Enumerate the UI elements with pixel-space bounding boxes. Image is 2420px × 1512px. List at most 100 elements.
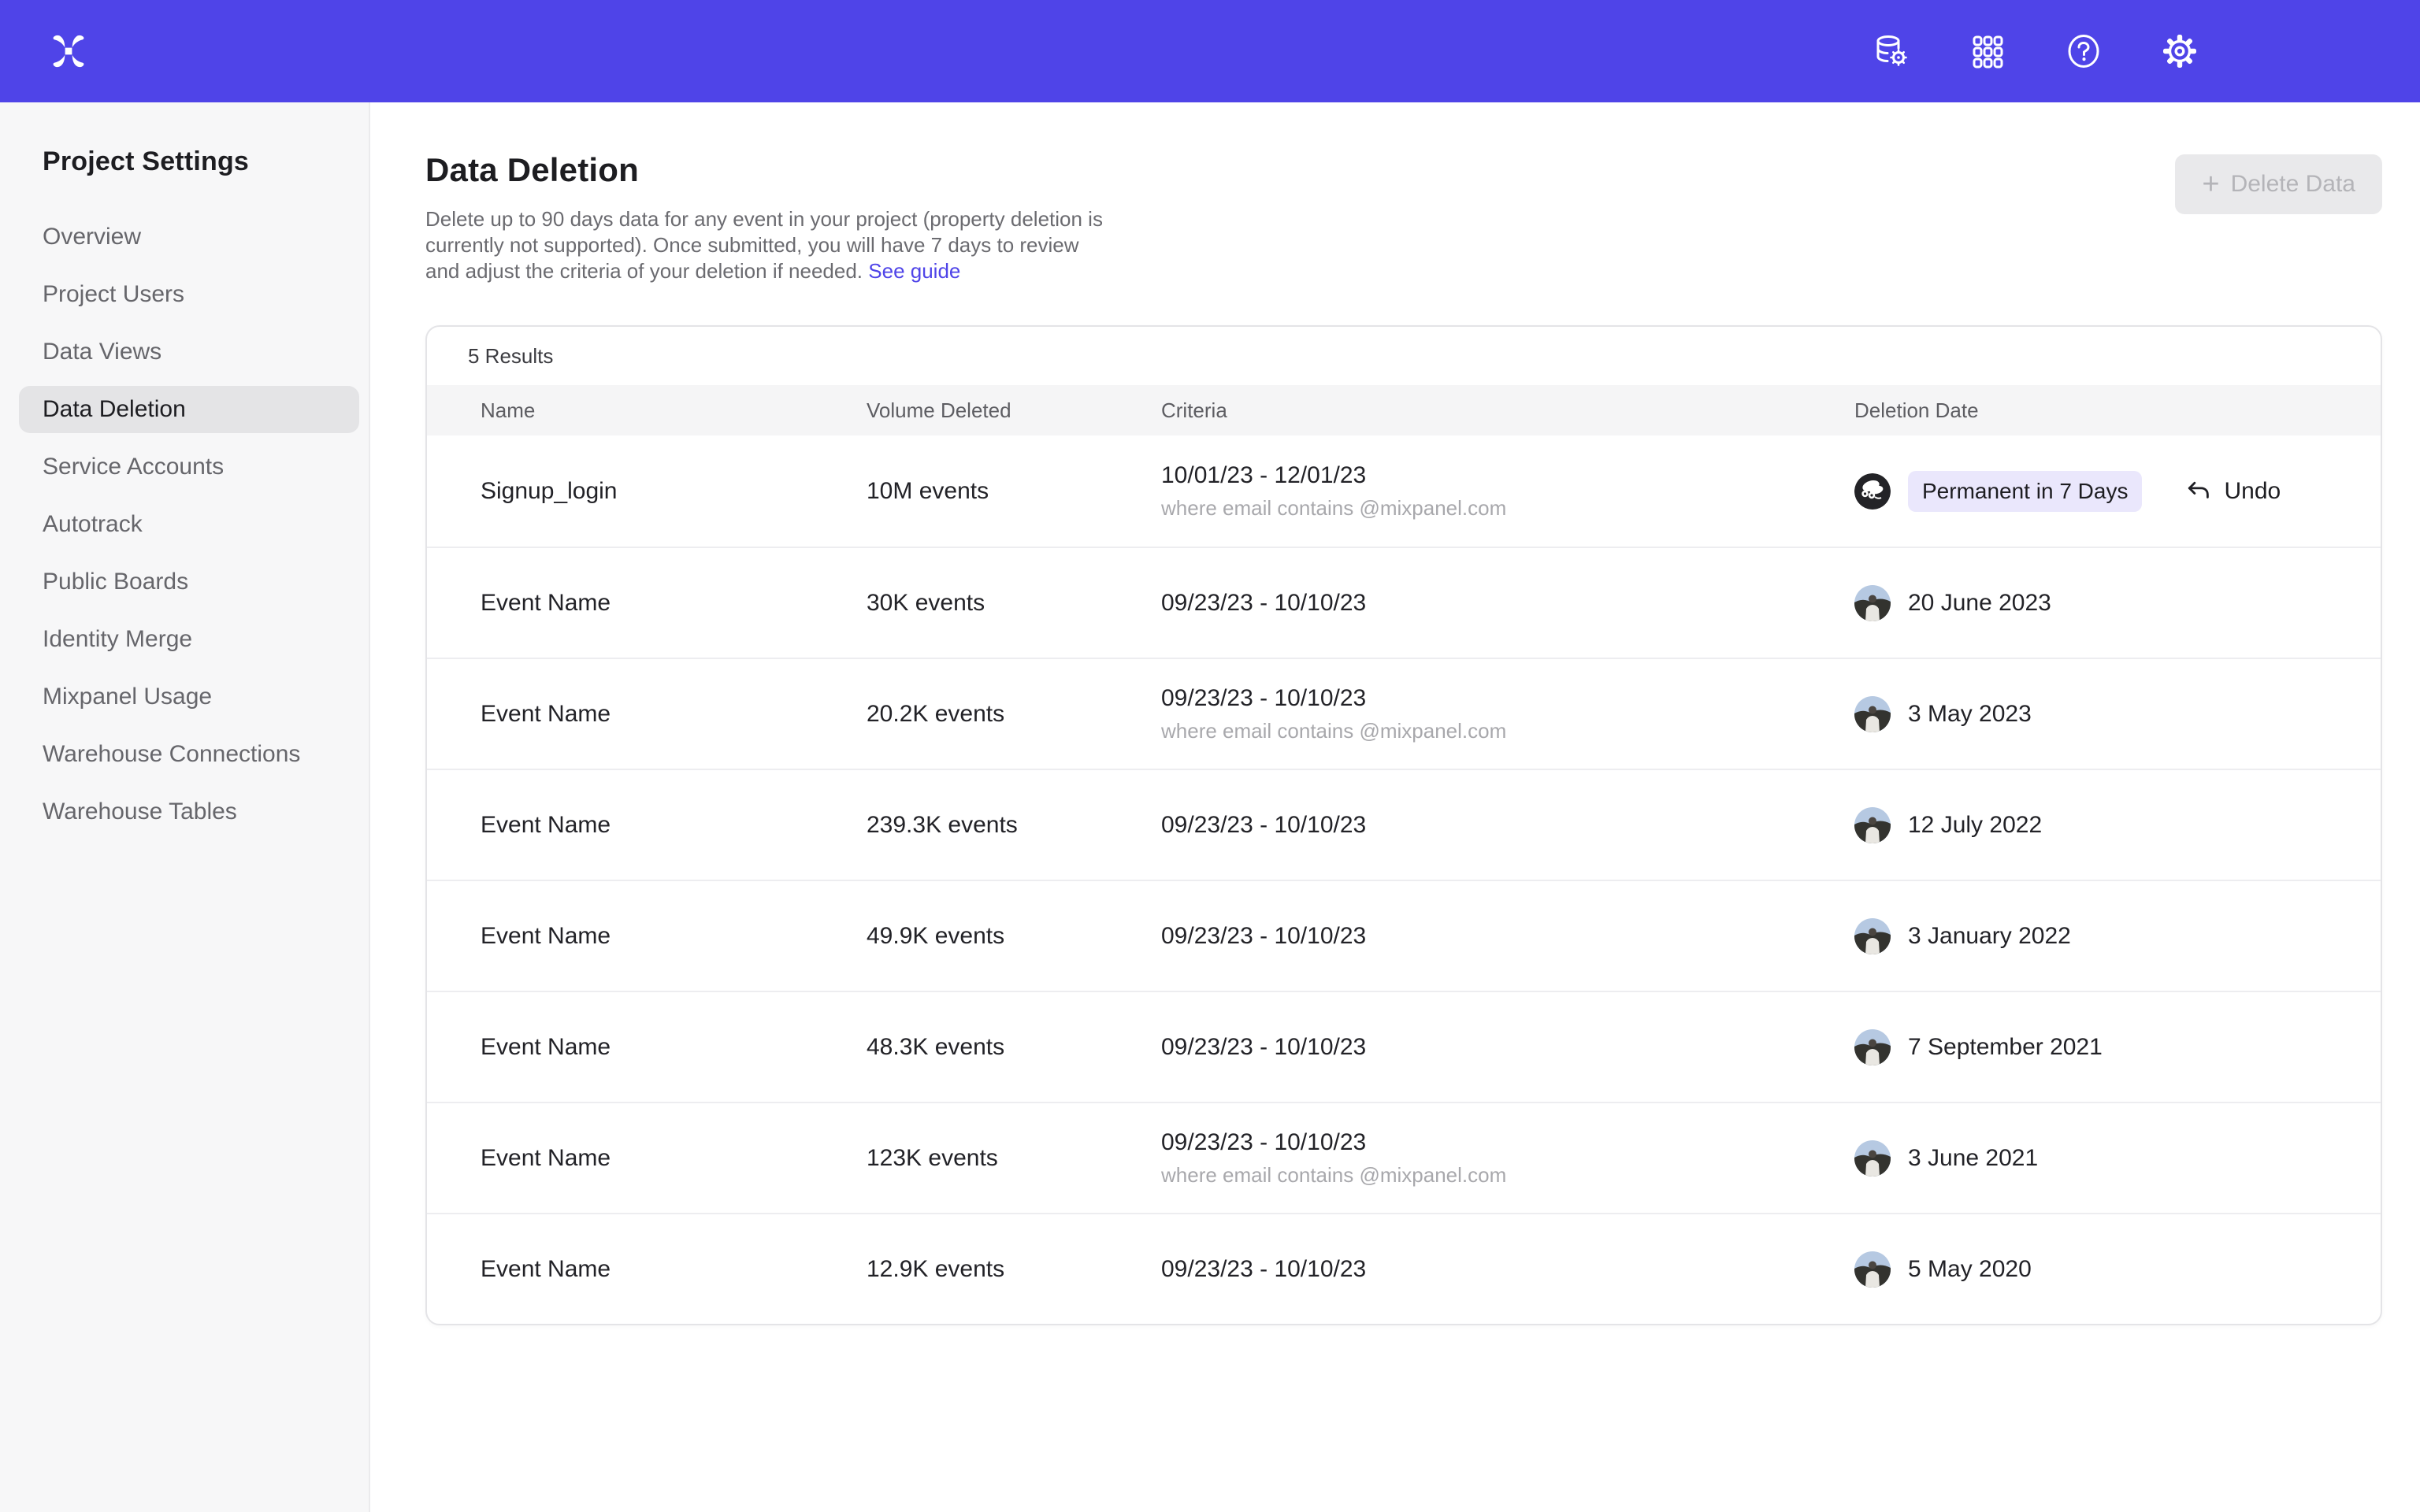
row-criteria: 09/23/23 - 10/10/23 where email contains… — [1161, 685, 1854, 743]
row-criteria-filter: where email contains @mixpanel.com — [1161, 1163, 1854, 1188]
avatar-photo — [1854, 1251, 1891, 1288]
deletion-date: 3 May 2023 — [1908, 701, 2032, 728]
sidebar-item-data-views[interactable]: Data Views — [19, 328, 359, 376]
row-event-name: Event Name — [481, 1256, 867, 1283]
row-criteria-filter: where email contains @mixpanel.com — [1161, 719, 1854, 743]
deletion-date: 20 June 2023 — [1908, 590, 2051, 617]
undo-icon — [2183, 476, 2213, 506]
avatar-sticker — [1854, 473, 1891, 510]
data-management-icon[interactable] — [1873, 33, 1910, 69]
sidebar-item-label: Data Views — [43, 339, 161, 365]
deletion-date: 3 June 2021 — [1908, 1145, 2038, 1172]
sidebar-item-label: Autotrack — [43, 511, 143, 538]
sidebar-item-project-users[interactable]: Project Users — [19, 271, 359, 318]
table-header-row: Name Volume Deleted Criteria Deletion Da… — [427, 385, 2381, 435]
table-row: Signup_login 10M events 10/01/23 - 12/01… — [427, 435, 2381, 547]
main-content: Data Deletion Delete up to 90 days data … — [370, 102, 2420, 1512]
results-count: 5 Results — [427, 327, 2381, 385]
row-deletion-date-cell: 5 May 2020 — [1854, 1251, 2349, 1288]
sidebar-item-overview[interactable]: Overview — [19, 213, 359, 261]
sidebar-nav: Overview Project Users Data Views Data D… — [0, 213, 369, 836]
help-icon[interactable] — [2066, 33, 2102, 69]
sidebar-item-label: Service Accounts — [43, 454, 224, 480]
column-header-volume: Volume Deleted — [867, 398, 1161, 423]
row-deletion-date-cell: 7 September 2021 — [1854, 1029, 2349, 1065]
row-criteria: 09/23/23 - 10/10/23 — [1161, 812, 1854, 839]
undo-button[interactable]: Undo — [2183, 476, 2281, 506]
sidebar-item-warehouse-tables[interactable]: Warehouse Tables — [19, 788, 359, 836]
sidebar-heading: Project Settings — [43, 146, 369, 177]
row-criteria: 09/23/23 - 10/10/23 — [1161, 923, 1854, 950]
column-header-criteria: Criteria — [1161, 398, 1854, 423]
row-event-name: Event Name — [481, 1034, 867, 1061]
column-header-deletion-date: Deletion Date — [1854, 398, 2349, 423]
sidebar-item-public-boards[interactable]: Public Boards — [19, 558, 359, 606]
sidebar-item-warehouse-connections[interactable]: Warehouse Connections — [19, 731, 359, 778]
permanent-badge: Permanent in 7 Days — [1908, 471, 2142, 512]
row-criteria-range: 09/23/23 - 10/10/23 — [1161, 1034, 1854, 1061]
row-criteria: 09/23/23 - 10/10/23 — [1161, 1034, 1854, 1061]
mixpanel-logo-icon[interactable] — [50, 33, 87, 69]
delete-data-button-label: Delete Data — [2231, 171, 2355, 198]
sidebar-item-label: Project Users — [43, 281, 184, 308]
row-criteria-range: 09/23/23 - 10/10/23 — [1161, 1256, 1854, 1283]
row-deletion-date-cell: Permanent in 7 Days Undo — [1854, 471, 2349, 512]
undo-label: Undo — [2224, 478, 2281, 505]
row-criteria: 10/01/23 - 12/01/23 where email contains… — [1161, 462, 1854, 521]
row-deletion-date-cell: 3 January 2022 — [1854, 918, 2349, 954]
row-volume-deleted: 48.3K events — [867, 1034, 1161, 1061]
sidebar-item-label: Overview — [43, 224, 141, 250]
sidebar-item-mixpanel-usage[interactable]: Mixpanel Usage — [19, 673, 359, 721]
sidebar-item-label: Mixpanel Usage — [43, 684, 212, 710]
avatar-photo — [1854, 807, 1891, 843]
plus-icon: + — [2202, 169, 2219, 199]
sidebar-item-autotrack[interactable]: Autotrack — [19, 501, 359, 548]
row-event-name: Signup_login — [481, 478, 867, 505]
row-criteria-range: 09/23/23 - 10/10/23 — [1161, 685, 1854, 712]
table-row: Event Name 123K events 09/23/23 - 10/10/… — [427, 1102, 2381, 1213]
row-event-name: Event Name — [481, 923, 867, 950]
see-guide-link[interactable]: See guide — [868, 259, 960, 283]
table-row: Event Name 20.2K events 09/23/23 - 10/10… — [427, 658, 2381, 769]
row-criteria-range: 09/23/23 - 10/10/23 — [1161, 812, 1854, 839]
avatar-photo — [1854, 918, 1891, 954]
row-criteria: 09/23/23 - 10/10/23 — [1161, 590, 1854, 617]
row-volume-deleted: 239.3K events — [867, 812, 1161, 839]
page-title: Data Deletion — [425, 151, 1119, 189]
topbar — [0, 0, 2420, 102]
delete-data-button[interactable]: + Delete Data — [2175, 154, 2382, 214]
row-volume-deleted: 49.9K events — [867, 923, 1161, 950]
sidebar-item-service-accounts[interactable]: Service Accounts — [19, 443, 359, 491]
deletion-date: 5 May 2020 — [1908, 1256, 2032, 1283]
row-criteria-range: 09/23/23 - 10/10/23 — [1161, 1129, 1854, 1156]
table-row: Event Name 48.3K events 09/23/23 - 10/10… — [427, 991, 2381, 1102]
row-deletion-date-cell: 20 June 2023 — [1854, 585, 2349, 621]
row-criteria: 09/23/23 - 10/10/23 where email contains… — [1161, 1129, 1854, 1188]
row-deletion-date-cell: 3 May 2023 — [1854, 696, 2349, 732]
avatar-photo — [1854, 585, 1891, 621]
table-body: Signup_login 10M events 10/01/23 - 12/01… — [427, 435, 2381, 1324]
row-criteria-range: 09/23/23 - 10/10/23 — [1161, 590, 1854, 617]
row-event-name: Event Name — [481, 1145, 867, 1172]
sidebar-item-label: Public Boards — [43, 569, 188, 595]
deletion-table-card: 5 Results Name Volume Deleted Criteria D… — [425, 325, 2382, 1325]
sidebar-item-label: Warehouse Connections — [43, 741, 300, 768]
sidebar-item-data-deletion[interactable]: Data Deletion — [19, 386, 359, 433]
deletion-date: 3 January 2022 — [1908, 923, 2071, 950]
row-criteria: 09/23/23 - 10/10/23 — [1161, 1256, 1854, 1283]
row-event-name: Event Name — [481, 701, 867, 728]
sidebar: Project Settings Overview Project Users … — [0, 102, 370, 1512]
row-volume-deleted: 10M events — [867, 478, 1161, 505]
avatar-photo — [1854, 696, 1891, 732]
sidebar-item-identity-merge[interactable]: Identity Merge — [19, 616, 359, 663]
column-header-name: Name — [481, 398, 867, 423]
settings-gear-icon[interactable] — [2162, 33, 2198, 69]
page-description-text: Delete up to 90 days data for any event … — [425, 207, 1103, 283]
apps-grid-icon[interactable] — [1969, 33, 2006, 69]
avatar-photo — [1854, 1029, 1891, 1065]
row-volume-deleted: 12.9K events — [867, 1256, 1161, 1283]
sidebar-item-label: Warehouse Tables — [43, 799, 237, 825]
row-deletion-date-cell: 12 July 2022 — [1854, 807, 2349, 843]
row-volume-deleted: 20.2K events — [867, 701, 1161, 728]
table-row: Event Name 49.9K events 09/23/23 - 10/10… — [427, 880, 2381, 991]
